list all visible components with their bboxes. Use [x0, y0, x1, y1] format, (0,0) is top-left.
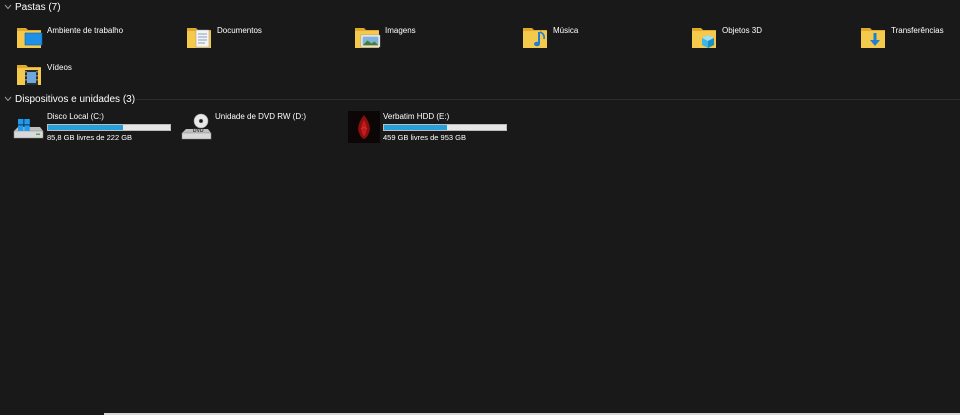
section-divider — [136, 99, 960, 100]
folder-item-desktop[interactable]: Ambiente de trabalho — [0, 20, 160, 56]
3d-objects-folder-icon — [689, 22, 719, 52]
pictures-folder-icon — [352, 22, 382, 52]
folder-item-pictures[interactable]: Imagens — [338, 20, 498, 56]
folder-label-pictures: Imagens — [385, 26, 416, 35]
folder-item-3d-objects[interactable]: Objetos 3D — [675, 20, 835, 56]
windows-drive-icon — [12, 111, 44, 143]
drive-item-verbatim-hdd[interactable]: Verbatim HDD (E:) 459 GB livres de 953 G… — [336, 110, 507, 146]
folder-item-downloads[interactable]: Transferências — [844, 20, 960, 56]
svg-text:DVD: DVD — [193, 128, 204, 134]
drive-label-local-disk: Disco Local (C:) — [47, 112, 104, 121]
drive-item-local-disk[interactable]: Disco Local (C:) 85,8 GB livres de 222 G… — [0, 110, 171, 146]
drive-usage-fill-local-disk — [48, 125, 123, 130]
drive-free-space-local-disk: 85,8 GB livres de 222 GB — [47, 133, 133, 142]
folders-section-title: Pastas (7) — [15, 1, 61, 13]
folder-label-music: Música — [553, 26, 579, 35]
drive-label-verbatim-hdd: Verbatim HDD (E:) — [383, 112, 450, 121]
drive-item-dvd[interactable]: DVD Unidade de DVD RW (D:) — [168, 110, 338, 146]
chevron-down-icon[interactable] — [3, 94, 13, 104]
folder-label-3d-objects: Objetos 3D — [722, 26, 763, 35]
chevron-down-icon[interactable] — [3, 2, 13, 12]
folders-section-header[interactable]: Pastas (7) — [0, 0, 960, 14]
folder-label-desktop: Ambiente de trabalho — [47, 26, 124, 35]
drive-free-space-verbatim-hdd: 459 GB livres de 953 GB — [383, 133, 466, 142]
desktop-folder-icon — [14, 22, 44, 52]
folder-item-music[interactable]: Música — [506, 20, 666, 56]
verbatim-drive-icon — [348, 111, 380, 143]
drive-label-dvd: Unidade de DVD RW (D:) — [215, 112, 306, 121]
downloads-folder-icon — [858, 22, 888, 52]
folder-item-videos[interactable]: Vídeos — [0, 57, 160, 93]
drives-section-header[interactable]: Dispositivos e unidades (3) — [0, 92, 960, 106]
drive-usage-fill-verbatim-hdd — [384, 125, 448, 130]
music-folder-icon — [520, 22, 550, 52]
folder-item-documents[interactable]: Documentos — [170, 20, 330, 56]
drive-usage-bar-verbatim-hdd — [383, 124, 507, 131]
drive-usage-bar-local-disk — [47, 124, 171, 131]
documents-folder-icon — [184, 22, 214, 52]
videos-folder-icon — [14, 59, 44, 89]
drives-section-title: Dispositivos e unidades (3) — [15, 93, 136, 105]
folder-label-documents: Documentos — [217, 26, 262, 35]
folder-label-downloads: Transferências — [891, 26, 944, 35]
folder-label-videos: Vídeos — [47, 63, 72, 72]
dvd-drive-icon: DVD — [180, 111, 212, 143]
